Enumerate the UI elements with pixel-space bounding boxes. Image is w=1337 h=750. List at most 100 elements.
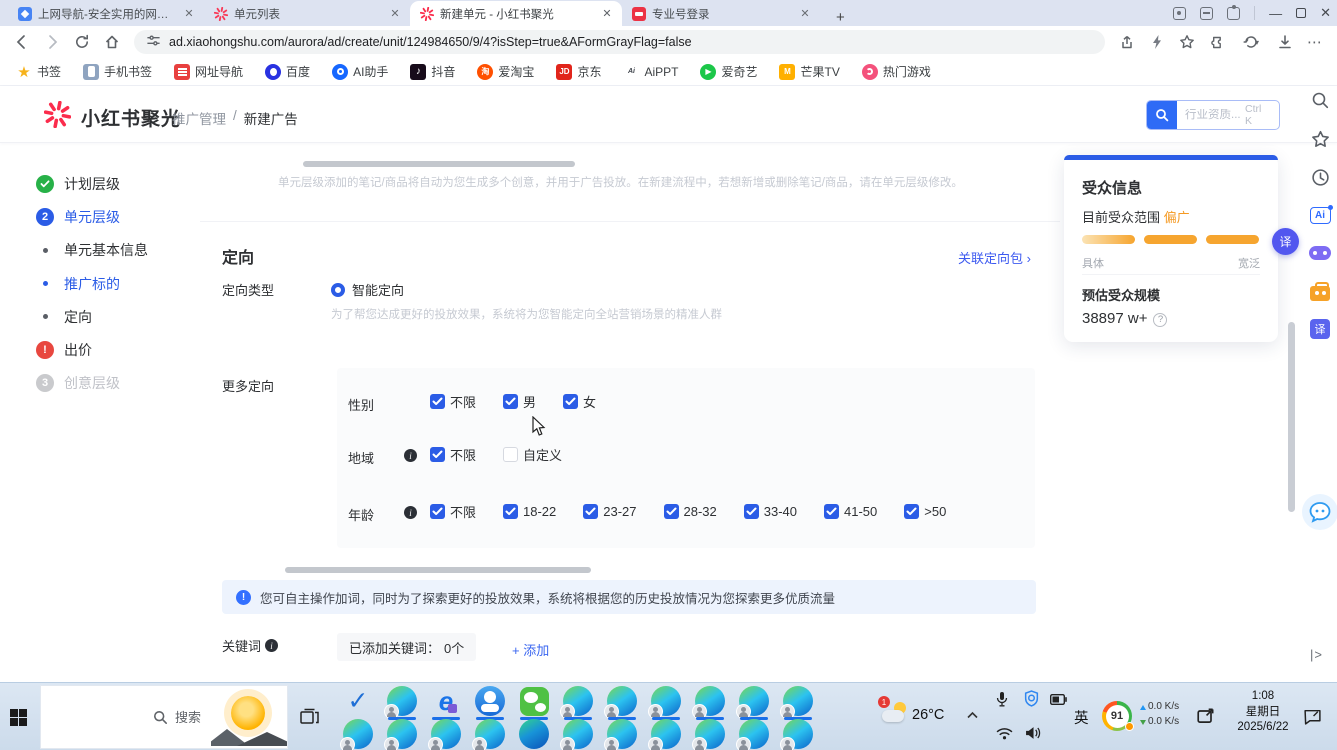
minimize-button[interactable]: — [1269, 6, 1282, 21]
bookmark-item[interactable]: 手机书签 [83, 63, 152, 80]
header-search-input[interactable] [1177, 109, 1245, 121]
tab-close-button[interactable]: ✕ [600, 7, 614, 20]
taskbar-search-box[interactable] [40, 685, 288, 749]
workspaces-icon[interactable] [1200, 7, 1213, 20]
checkbox-option[interactable]: 41-50 [824, 504, 877, 519]
bookmark-item[interactable]: ★书签 [16, 63, 61, 80]
taskbar-app-edge-profile[interactable] [600, 718, 644, 750]
tab-close-button[interactable]: ✕ [388, 7, 402, 20]
checkbox-option[interactable]: >50 [904, 504, 946, 519]
taskbar-app-explorer-2345[interactable]: e [424, 685, 468, 717]
browser-tab[interactable]: 专业号登录✕ [622, 1, 820, 26]
extensions-shelf-icon[interactable] [1227, 7, 1240, 20]
back-button[interactable] [8, 28, 36, 56]
horizontal-scrollbar-top[interactable] [303, 161, 575, 167]
search-icon[interactable] [1147, 100, 1177, 130]
browser-tab[interactable]: 上网导航-安全实用的网址导航✕ [8, 1, 204, 26]
step-promotion-target[interactable]: 推广标的 [0, 273, 210, 295]
share-icon[interactable] [1113, 28, 1141, 56]
taskbar-app-edge-profile[interactable] [688, 718, 732, 750]
bookmark-item[interactable]: AiAiPPT [623, 64, 678, 80]
ime-indicator[interactable]: 英 [1074, 707, 1089, 728]
floating-translate-button[interactable]: 译 [1272, 228, 1299, 255]
start-button[interactable] [10, 709, 27, 726]
taskbar-app-edge-profile[interactable] [380, 685, 424, 717]
taskbar-app-edge-profile[interactable] [600, 685, 644, 717]
bookmark-item[interactable]: ♪抖音 [410, 63, 455, 80]
new-tab-button[interactable]: + [830, 9, 851, 26]
step-unit-level[interactable]: 2单元层级 [0, 206, 210, 228]
taskbar-app-edge-profile[interactable] [644, 718, 688, 750]
wifi-icon[interactable] [996, 727, 1013, 740]
bookmark-item[interactable]: 淘爱淘宝 [477, 63, 534, 80]
taskbar-app-edge-profile[interactable] [424, 718, 468, 750]
bookmark-item[interactable]: M芒果TV [779, 63, 839, 80]
weather-tray-icon[interactable]: 1 [882, 702, 908, 722]
pc-health-score[interactable]: 91 [1102, 701, 1132, 731]
taskbar-app-qq-browser[interactable] [468, 685, 512, 717]
checkbox-option[interactable]: 28-32 [664, 504, 717, 519]
taskbar-app-edge-profile[interactable] [336, 718, 380, 750]
taskbar-app-edge[interactable] [512, 718, 556, 750]
taskbar-app-edge-profile[interactable] [732, 685, 776, 717]
ai-assistant-icon[interactable]: Ai [1308, 203, 1332, 227]
site-settings-icon[interactable] [146, 33, 161, 51]
history-icon[interactable]: ▾ [1233, 28, 1269, 56]
weather-highlight-image[interactable] [211, 686, 287, 748]
checkbox-option[interactable]: 男 [503, 392, 536, 411]
taskbar-app-edge-profile[interactable] [380, 718, 424, 750]
maximize-button[interactable] [1296, 8, 1306, 18]
targeting-pack-link[interactable]: 关联定向包 › [958, 248, 1031, 267]
home-button[interactable] [98, 28, 126, 56]
favorite-star-icon[interactable] [1173, 28, 1201, 56]
bookmark-item[interactable]: 热门游戏 [862, 63, 931, 80]
screenshot-tool-icon[interactable] [1196, 706, 1216, 726]
search-icon[interactable] [1308, 88, 1332, 112]
tray-expand-icon[interactable] [966, 711, 979, 719]
taskbar-app-edge-profile[interactable] [556, 685, 600, 717]
smart-targeting-radio[interactable]: 智能定向 [331, 280, 404, 299]
favorites-icon[interactable] [1308, 127, 1332, 151]
extensions-puzzle-icon[interactable] [1203, 28, 1231, 56]
checkbox-option[interactable]: 女 [563, 392, 596, 411]
taskbar-app-edge-profile[interactable] [556, 718, 600, 750]
security-shield-icon[interactable] [1024, 690, 1039, 707]
step-targeting[interactable]: 定向 [0, 306, 210, 328]
step-bidding[interactable]: !出价 [0, 339, 210, 361]
taskbar-app-wechat[interactable] [512, 685, 556, 717]
reload-button[interactable] [68, 28, 96, 56]
toolbox-icon[interactable] [1308, 279, 1332, 303]
taskbar-app-edge-profile[interactable] [644, 685, 688, 717]
taskbar-app-edge-profile[interactable] [776, 718, 820, 750]
tab-close-button[interactable]: ✕ [182, 7, 196, 20]
checkbox-option[interactable]: 不限 [430, 502, 476, 521]
taskbar-app-todo-check[interactable]: ✓ [336, 685, 380, 717]
address-bar[interactable]: ad.xiaohongshu.com/aurora/ad/create/unit… [134, 30, 1105, 54]
add-keyword-button[interactable]: + 添加 [512, 640, 549, 659]
notification-center-icon[interactable] [1303, 708, 1322, 725]
forward-button[interactable] [38, 28, 66, 56]
horizontal-scrollbar-bottom[interactable] [285, 567, 591, 573]
upload-speed[interactable]: 0.0 K/s [1140, 702, 1179, 712]
breadcrumb-parent[interactable]: 推广管理 [172, 108, 226, 128]
checkbox-option[interactable]: 不限 [430, 392, 476, 411]
games-icon[interactable] [1308, 241, 1332, 265]
taskbar-app-edge-profile[interactable] [732, 718, 776, 750]
tab-search-icon[interactable] [1173, 7, 1186, 20]
volume-icon[interactable] [1025, 726, 1041, 740]
temperature-text[interactable]: 26°C [912, 707, 944, 723]
taskbar-clock[interactable]: 1:08 星期日 2025/6/22 [1228, 689, 1298, 736]
battery-icon[interactable] [1050, 694, 1067, 705]
bookmark-item[interactable]: 网址导航 [174, 63, 243, 80]
app-logo[interactable]: 小红书聚光 [44, 101, 181, 133]
task-view-icon[interactable] [300, 708, 319, 730]
step-creative-level[interactable]: 3创意层级 [0, 372, 210, 394]
checkbox-option[interactable]: 33-40 [744, 504, 797, 519]
header-search[interactable]: Ctrl K [1146, 100, 1280, 130]
page-vertical-scrollbar[interactable] [1288, 322, 1295, 512]
bookmark-item[interactable]: 百度 [265, 63, 310, 80]
checkbox-option[interactable]: 不限 [430, 445, 476, 464]
collapse-sidebar-icon[interactable]: |> [1310, 647, 1323, 662]
step-unit-basic-info[interactable]: 单元基本信息 [0, 239, 210, 261]
bookmark-item[interactable]: ▶爱奇艺 [700, 63, 757, 80]
